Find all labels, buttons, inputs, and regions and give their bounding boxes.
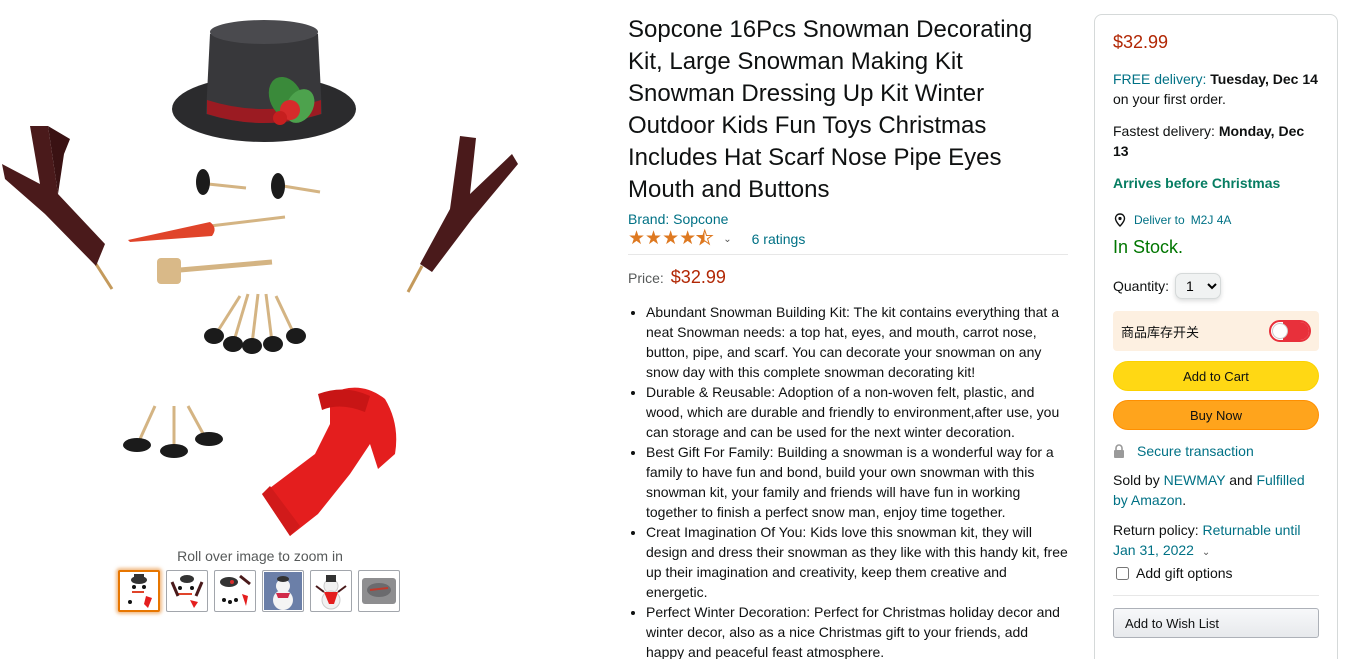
thumbnail-strip: [118, 570, 400, 612]
chevron-down-icon[interactable]: ⌄: [723, 234, 731, 245]
seller-link[interactable]: NEWMAY: [1164, 472, 1226, 488]
secure-transaction-link[interactable]: Secure transaction: [1137, 443, 1254, 459]
return-policy: Return policy: Returnable until Jan 31, …: [1113, 520, 1319, 563]
return-policy-label: Return policy:: [1113, 522, 1199, 538]
deliver-to-postal: M2J 4A: [1190, 213, 1232, 227]
star-half-icon: ★: [696, 228, 714, 249]
sold-by-info: Sold by NEWMAY and Fulfilled by Amazon.: [1113, 472, 1305, 508]
toggle-knob: [1272, 323, 1288, 339]
pipe-illustration: [157, 258, 273, 284]
feature-bullets: Abundant Snowman Building Kit: The kit c…: [628, 302, 1068, 659]
arrives-before-christmas: Arrives before Christmas: [1113, 175, 1281, 191]
thumbnail-3[interactable]: [214, 570, 256, 612]
buttons-illustration: [123, 405, 223, 458]
divider: [628, 254, 1068, 255]
chevron-down-icon[interactable]: ⌄: [1202, 547, 1210, 558]
quantity-select[interactable]: 1: [1175, 273, 1222, 299]
right-stick-arm-illustration: [406, 136, 518, 293]
free-delivery-link[interactable]: FREE delivery:: [1113, 71, 1206, 87]
add-to-cart-button[interactable]: Add to Cart: [1113, 361, 1319, 391]
price-value: $32.99: [670, 267, 726, 287]
feature-bullet: Durable & Reusable: Adoption of a non-wo…: [646, 382, 1068, 442]
thumb-kit-hat-buttons-icon: [220, 574, 251, 606]
thumbnail-5[interactable]: [310, 570, 352, 612]
thumbnail-2[interactable]: [166, 570, 208, 612]
sold-by-and: and: [1229, 472, 1253, 488]
carrot-nose-illustration: [128, 215, 286, 242]
sold-by-prefix: Sold by: [1113, 472, 1160, 488]
buy-box: $32.99 FREE delivery: Tuesday, Dec 14 on…: [1094, 14, 1338, 659]
thumb-snowman-scarf-icon: [315, 575, 347, 610]
buybox-price: $32.99: [1113, 32, 1169, 52]
top-hat-illustration: [172, 20, 356, 142]
feature-bullet: Creat Imagination Of You: Kids love this…: [646, 522, 1068, 602]
stock-status: In Stock.: [1113, 237, 1184, 257]
zoom-hint-text: Roll over image to zoom in: [177, 548, 343, 564]
thumb-packaging-icon: [362, 578, 396, 604]
deliver-to-label: Deliver to: [1134, 213, 1185, 227]
feature-bullet: Best Gift For Family: Building a snowman…: [646, 442, 1068, 522]
secure-transaction[interactable]: Secure transaction: [1113, 443, 1319, 459]
main-product-image[interactable]: [0, 14, 525, 542]
fastest-delivery-label: Fastest delivery:: [1113, 123, 1215, 139]
product-title: Sopcone 16Pcs Snowman Decorating Kit, La…: [628, 16, 1033, 203]
thumb-kit-laid-out-icon: [128, 574, 152, 608]
thumb-kit-pieces-icon: [170, 575, 204, 608]
buy-now-button[interactable]: Buy Now: [1113, 400, 1319, 430]
deliver-to-link[interactable]: Deliver to M2J 4A: [1113, 213, 1319, 227]
left-stick-arm-illustration: [2, 126, 114, 290]
star-full-icon: ★: [645, 228, 663, 249]
inventory-toggle-switch[interactable]: [1269, 320, 1311, 342]
gift-options-checkbox[interactable]: [1116, 566, 1129, 580]
feature-bullet: Abundant Snowman Building Kit: The kit c…: [646, 302, 1068, 382]
free-delivery-note: on your first order.: [1113, 91, 1226, 107]
thumbnail-6[interactable]: [358, 570, 400, 612]
gift-options-label: Add gift options: [1136, 565, 1233, 581]
inventory-toggle-label: 商品库存开关: [1121, 325, 1200, 341]
rating-row: ★ ★ ★ ★ ★ ⌄ 6 ratings: [628, 229, 1068, 249]
quantity-row: Quantity: 1: [1113, 273, 1319, 299]
lock-icon: [1114, 444, 1124, 458]
free-delivery-date: Tuesday, Dec 14: [1210, 71, 1318, 87]
quantity-label: Quantity:: [1113, 278, 1170, 294]
brand-link[interactable]: Brand: Sopcone: [628, 210, 1068, 228]
eyes-illustration: [196, 169, 321, 199]
price-label: Price:: [628, 270, 664, 286]
divider: [1113, 595, 1319, 596]
thumbnail-4[interactable]: [262, 570, 304, 612]
free-delivery-info: FREE delivery: Tuesday, Dec 14 on your f…: [1113, 69, 1319, 109]
ratings-count-link[interactable]: 6 ratings: [752, 231, 806, 247]
add-to-wish-list-button[interactable]: Add to Wish List: [1113, 608, 1319, 638]
feature-bullet: Perfect Winter Decoration: Perfect for C…: [646, 602, 1068, 659]
star-rating[interactable]: ★ ★ ★ ★ ★: [628, 228, 714, 249]
gift-options[interactable]: Add gift options: [1113, 565, 1319, 581]
thumb-snowman-photo-icon: [264, 572, 302, 610]
scarf-illustration: [262, 387, 397, 536]
mouth-pieces-illustration: [204, 293, 306, 354]
inventory-toggle-panel: 商品库存开关: [1113, 311, 1319, 351]
location-pin-icon: [1114, 213, 1126, 227]
fastest-delivery-info: Fastest delivery: Monday, Dec 13: [1113, 121, 1319, 161]
star-full-icon: ★: [662, 228, 680, 249]
star-full-icon: ★: [628, 228, 646, 249]
star-full-icon: ★: [679, 228, 697, 249]
price-row: Price: $32.99: [628, 267, 1068, 288]
product-details: Sopcone 16Pcs Snowman Decorating Kit, La…: [628, 14, 1068, 659]
thumbnail-1[interactable]: [118, 570, 160, 612]
